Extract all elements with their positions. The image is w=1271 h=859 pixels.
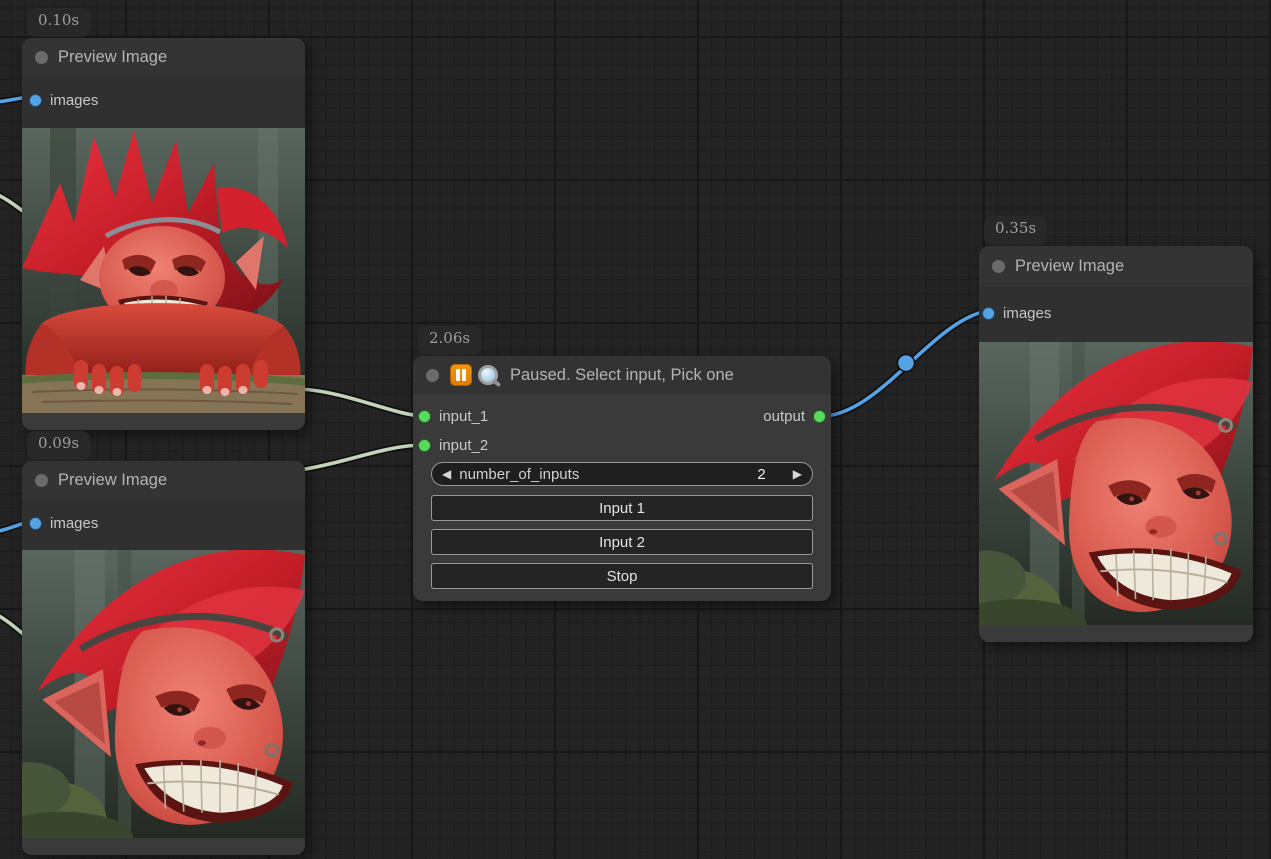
node-title: Preview Image: [1015, 257, 1124, 276]
input-2-button[interactable]: Input 2: [431, 529, 813, 555]
node-footer: [979, 625, 1253, 642]
input-slot-images[interactable]: images: [979, 299, 1253, 327]
input-1-button[interactable]: Input 1: [431, 495, 813, 521]
node-titlebar[interactable]: Preview Image: [22, 461, 305, 499]
preview-thumbnail: [979, 342, 1253, 625]
decrement-arrow-icon[interactable]: ◀: [442, 468, 451, 480]
preview-thumbnail: [22, 128, 305, 413]
node-title: Paused. Select input, Pick one: [510, 366, 734, 385]
pause-icon: [450, 364, 472, 386]
increment-arrow-icon[interactable]: ▶: [793, 468, 802, 480]
magnifier-icon: [477, 364, 500, 387]
node-preview-image-2[interactable]: 0.09s Preview Image images: [22, 461, 305, 855]
slot-label: output: [763, 408, 805, 425]
slot-dot-images[interactable]: [29, 94, 42, 107]
wire-into-input-1[interactable]: [300, 389, 425, 416]
node-titlebar[interactable]: Paused. Select input, Pick one: [413, 356, 831, 394]
node-graph-canvas[interactable]: 0.10s Preview Image images 0.09s Preview…: [0, 0, 1271, 859]
slot-label: input_1: [439, 408, 488, 425]
widget-value: 2: [757, 466, 792, 483]
node-pick-input[interactable]: 2.06s Paused. Select input, Pick one inp…: [413, 356, 831, 601]
node-preview-image-3[interactable]: 0.35s Preview Image images: [979, 246, 1253, 642]
execution-time-badge: 0.10s: [27, 8, 90, 37]
collapse-dot[interactable]: [426, 369, 439, 382]
widget-name: number_of_inputs: [459, 466, 579, 483]
collapse-dot[interactable]: [35, 51, 48, 64]
stop-button[interactable]: Stop: [431, 563, 813, 589]
execution-time-badge: 0.35s: [984, 216, 1047, 245]
slot-dot-output[interactable]: [813, 410, 826, 423]
input-slot-input-1[interactable]: input_1: [413, 402, 488, 430]
input-slot-images[interactable]: images: [22, 509, 305, 537]
collapse-dot[interactable]: [992, 260, 1005, 273]
node-title: Preview Image: [58, 471, 167, 490]
link-midpoint-dot[interactable]: [898, 355, 915, 372]
execution-time-badge: 2.06s: [418, 326, 481, 355]
output-slot[interactable]: output: [758, 402, 826, 430]
node-titlebar[interactable]: Preview Image: [22, 38, 305, 76]
slot-label: images: [50, 92, 98, 109]
slot-dot-input-2[interactable]: [418, 439, 431, 452]
input-slot-images[interactable]: images: [22, 86, 305, 114]
wire-into-input-2[interactable]: [300, 445, 425, 470]
slot-dot-images[interactable]: [982, 307, 995, 320]
node-title: Preview Image: [58, 48, 167, 67]
number-of-inputs-widget[interactable]: ◀ number_of_inputs 2 ▶: [431, 462, 813, 486]
node-footer: [22, 413, 305, 430]
execution-time-badge: 0.09s: [27, 431, 90, 460]
node-preview-image-1[interactable]: 0.10s Preview Image images: [22, 38, 305, 430]
collapse-dot[interactable]: [35, 474, 48, 487]
slot-label: input_2: [439, 437, 488, 454]
wire-output-to-preview-3[interactable]: [826, 310, 991, 416]
slot-dot-input-1[interactable]: [418, 410, 431, 423]
slot-dot-images[interactable]: [29, 517, 42, 530]
slot-label: images: [50, 515, 98, 532]
slot-label: images: [1003, 305, 1051, 322]
node-titlebar[interactable]: Preview Image: [979, 246, 1253, 287]
input-slot-input-2[interactable]: input_2: [413, 431, 488, 459]
node-footer: [22, 838, 305, 855]
preview-thumbnail: [22, 550, 305, 838]
